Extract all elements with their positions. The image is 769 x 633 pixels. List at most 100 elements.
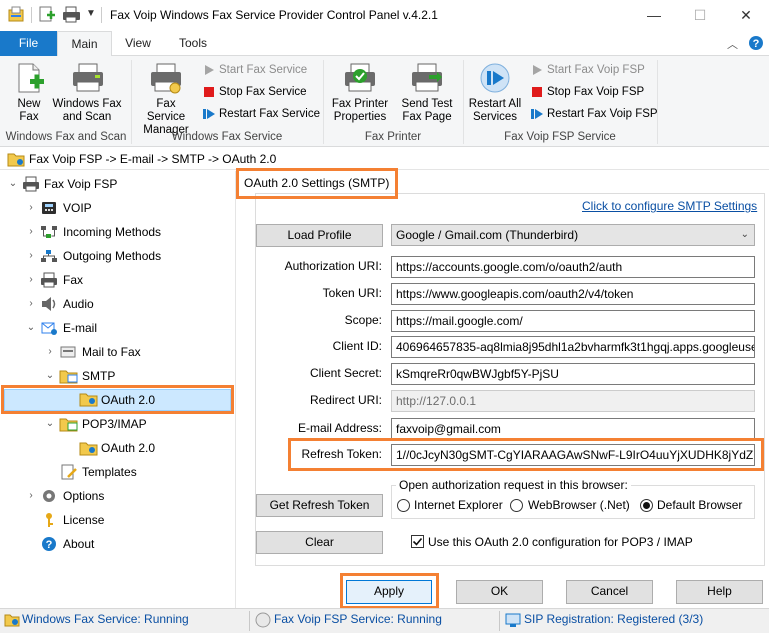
expand-chevron-icon[interactable]: › xyxy=(45,347,55,357)
load-profile-button[interactable]: Load Profile xyxy=(256,224,383,247)
restart-all-services-label: Restart All Services xyxy=(468,98,522,123)
tree-item-email[interactable]: E-mail xyxy=(63,318,97,338)
radio-internet-explorer[interactable] xyxy=(397,499,410,512)
tree-item-smtp[interactable]: SMTP xyxy=(82,366,115,386)
collapse-chevron-icon[interactable]: ⌄ xyxy=(8,179,18,189)
start-fax-service-label: Start Fax Service xyxy=(219,64,308,76)
fax-service-manager-button[interactable]: Fax Service Manager xyxy=(136,60,196,136)
pop3-inbox-icon xyxy=(59,418,78,432)
tree-item-pop3-imap[interactable]: POP3/IMAP xyxy=(82,414,147,434)
chevron-down-icon: ⌄ xyxy=(740,229,749,240)
tree-item-templates[interactable]: Templates xyxy=(82,462,137,482)
collapse-chevron-icon[interactable]: ⌄ xyxy=(26,323,36,333)
expand-chevron-icon[interactable]: › xyxy=(26,203,36,213)
stop-fax-voip-fsp-label: Stop Fax Voip FSP xyxy=(547,86,645,98)
tab-tools[interactable]: Tools xyxy=(170,31,216,56)
restart-all-services-button[interactable]: Restart All Services xyxy=(466,60,524,128)
templates-icon xyxy=(61,464,77,480)
configure-smtp-link[interactable]: Click to configure SMTP Settings xyxy=(582,199,757,213)
radio-webbrowser-net-label: WebBrowser (.Net) xyxy=(528,498,630,512)
send-test-fax-page-label: Send Test Fax Page xyxy=(401,98,453,123)
restart-icon xyxy=(531,109,543,119)
client-id-field[interactable]: 406964657835-aq8lmia8j95dhl1a2bvharmfk3t… xyxy=(391,336,755,358)
license-key-icon xyxy=(46,513,53,527)
tab-view[interactable]: View xyxy=(116,31,160,56)
stop-icon xyxy=(204,87,214,97)
tree-item-fax-voip-fsp[interactable]: Fax Voip FSP xyxy=(44,174,117,194)
windows-fax-service-status-icon xyxy=(4,614,20,627)
expand-chevron-icon[interactable]: › xyxy=(26,251,36,261)
fax-icon xyxy=(41,272,57,288)
refresh-token-highlight xyxy=(288,438,764,471)
windows-fax-and-scan-button[interactable]: Windows Fax and Scan xyxy=(50,60,124,128)
close-button[interactable]: ✕ xyxy=(723,0,769,31)
new-fax-button[interactable]: New Fax xyxy=(8,60,50,128)
tab-file[interactable]: File xyxy=(0,31,57,56)
options-gear-icon xyxy=(43,490,55,502)
tree-item-about[interactable]: About xyxy=(63,534,94,554)
use-for-pop3-label: Use this OAuth 2.0 configuration for POP… xyxy=(428,535,693,549)
email-address-field[interactable]: faxvoip@gmail.com xyxy=(391,418,755,440)
start-fax-voip-fsp-label: Start Fax Voip FSP xyxy=(547,64,645,76)
fax-service-manager-icon xyxy=(151,63,181,94)
window-title: Fax Voip Windows Fax Service Provider Co… xyxy=(110,8,438,22)
send-test-fax-page-button[interactable]: Send Test Fax Page xyxy=(396,60,458,128)
token-uri-label: Token URI: xyxy=(322,286,382,300)
printer-qat-icon[interactable] xyxy=(62,6,82,24)
tree-item-audio[interactable]: Audio xyxy=(63,294,94,314)
tree-item-smtp-oauth[interactable]: OAuth 2.0 xyxy=(101,390,155,410)
mail-to-fax-icon xyxy=(60,346,76,358)
expand-chevron-icon[interactable]: › xyxy=(26,491,36,501)
radio-default-browser[interactable] xyxy=(640,499,653,512)
help-button[interactable]: Help xyxy=(676,580,763,604)
token-uri-field[interactable]: https://www.googleapis.com/oauth2/v4/tok… xyxy=(391,283,755,305)
tree-item-incoming-methods[interactable]: Incoming Methods xyxy=(63,222,161,242)
profile-select[interactable]: Google / Gmail.com (Thunderbird) ⌄ xyxy=(391,224,755,246)
collapse-chevron-icon[interactable]: ⌄ xyxy=(45,371,55,381)
collapse-ribbon-icon[interactable]: ︿ xyxy=(727,36,738,52)
minimize-button[interactable]: — xyxy=(631,0,677,31)
tree-item-pop3-oauth[interactable]: OAuth 2.0 xyxy=(101,438,155,458)
expand-chevron-icon[interactable]: › xyxy=(26,227,36,237)
radio-default-browser-label: Default Browser xyxy=(657,498,743,512)
authorization-uri-field[interactable]: https://accounts.google.com/o/oauth2/aut… xyxy=(391,256,755,278)
tree-item-options[interactable]: Options xyxy=(63,486,104,506)
fax-printer-properties-button[interactable]: Fax Printer Properties xyxy=(328,60,392,128)
audio-speaker-icon xyxy=(42,297,56,311)
use-for-pop3-checkbox[interactable] xyxy=(411,535,424,548)
ok-button[interactable]: OK xyxy=(456,580,543,604)
maximize-button[interactable]: ☐ xyxy=(677,0,723,31)
radio-webbrowser-net[interactable] xyxy=(510,499,523,512)
breadcrumb: Fax Voip FSP -> E-mail -> SMTP -> OAuth … xyxy=(29,152,277,166)
radio-internet-explorer-label: Internet Explorer xyxy=(414,498,503,512)
incoming-methods-icon xyxy=(41,226,57,238)
voip-phone-icon xyxy=(42,202,56,214)
client-id-label: Client ID: xyxy=(332,339,382,353)
oauth-folder-icon xyxy=(79,393,98,407)
about-info-icon: ? xyxy=(42,537,56,551)
cancel-button[interactable]: Cancel xyxy=(566,580,653,604)
clear-button[interactable]: Clear xyxy=(256,531,383,554)
tree-item-outgoing-methods[interactable]: Outgoing Methods xyxy=(63,246,161,266)
tree-item-license[interactable]: License xyxy=(63,510,104,530)
expand-chevron-icon[interactable]: › xyxy=(26,275,36,285)
profile-select-value: Google / Gmail.com (Thunderbird) xyxy=(396,228,579,242)
folder-settings-icon xyxy=(7,153,25,167)
tree-item-voip[interactable]: VOIP xyxy=(63,198,92,218)
client-secret-field[interactable]: kSmqreRr0qwBWJgbf5Y-PjSU xyxy=(391,363,755,385)
tree-item-mail-to-fax[interactable]: Mail to Fax xyxy=(82,342,141,362)
collapse-chevron-icon[interactable]: ⌄ xyxy=(45,419,55,429)
expand-chevron-icon[interactable]: › xyxy=(26,299,36,309)
smtp-outbox-icon xyxy=(59,370,78,384)
app-icon xyxy=(8,6,24,22)
windows-fax-and-scan-label: Windows Fax and Scan xyxy=(52,98,122,123)
qat-customize-icon[interactable]: ▼ xyxy=(86,8,96,19)
scope-field[interactable]: https://mail.google.com/ xyxy=(391,310,755,332)
new-fax-qat-icon[interactable] xyxy=(38,6,56,24)
status-divider xyxy=(499,611,500,631)
outgoing-methods-icon xyxy=(41,250,57,262)
get-refresh-token-button[interactable]: Get Refresh Token xyxy=(256,494,383,517)
tree-item-fax[interactable]: Fax xyxy=(63,270,83,290)
help-icon[interactable]: ? xyxy=(748,35,764,51)
tab-main[interactable]: Main xyxy=(57,31,112,57)
